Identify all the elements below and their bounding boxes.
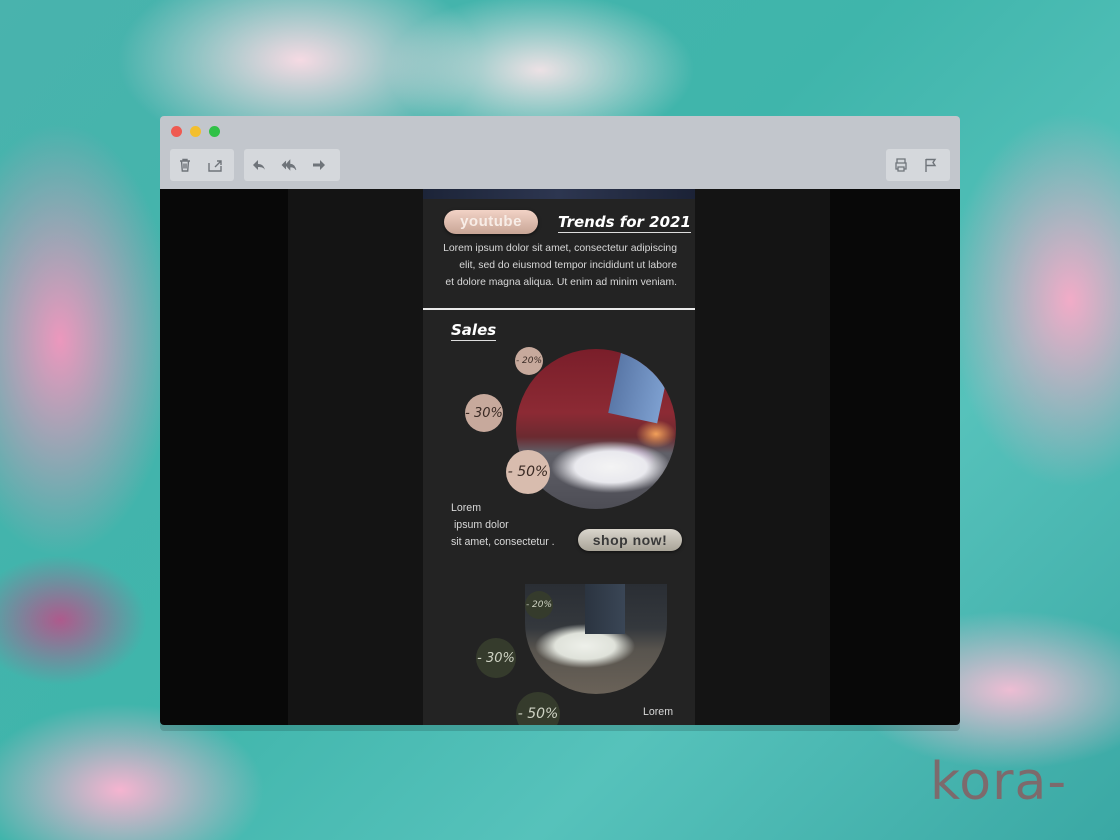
forward-icon bbox=[313, 160, 325, 170]
print-button[interactable] bbox=[886, 149, 916, 181]
reply-button[interactable] bbox=[244, 149, 274, 181]
message-viewer[interactable]: youtube Trends for 2021 Lorem ipsum dolo… bbox=[160, 189, 960, 725]
maximize-window-button[interactable] bbox=[209, 126, 220, 137]
reply-icon bbox=[253, 160, 265, 170]
intro-line: elit, sed do eiusmod tempor incididunt u… bbox=[459, 260, 677, 271]
discount-badge-30: - 30% bbox=[476, 638, 516, 678]
flag-icon bbox=[925, 158, 937, 172]
print-icon bbox=[895, 158, 907, 172]
discount-badge-30: - 30% bbox=[465, 394, 503, 432]
product-2-description: Lorem bbox=[643, 706, 674, 718]
forward-button[interactable] bbox=[304, 149, 334, 181]
toolbar-group-misc bbox=[886, 149, 950, 181]
discount-badge-20: - 20% bbox=[515, 347, 543, 375]
discount-badge-20: - 20% bbox=[525, 591, 553, 619]
window-toolbar bbox=[160, 116, 960, 189]
jeans-leg bbox=[608, 349, 674, 424]
toolbar-group-manage bbox=[170, 149, 234, 181]
newsletter-email: youtube Trends for 2021 Lorem ipsum dolo… bbox=[423, 189, 695, 725]
sales-heading: Sales bbox=[451, 321, 497, 341]
youtube-button[interactable]: youtube bbox=[444, 210, 538, 234]
brand-logo: kora- bbox=[930, 752, 1068, 812]
delete-button[interactable] bbox=[170, 149, 200, 181]
window-controls bbox=[171, 126, 220, 137]
jeans-leg bbox=[585, 584, 625, 634]
toolbar-group-respond bbox=[244, 149, 340, 181]
close-window-button[interactable] bbox=[171, 126, 182, 137]
discount-badge-50: - 50% bbox=[506, 450, 550, 494]
mail-window: youtube Trends for 2021 Lorem ipsum dolo… bbox=[160, 116, 960, 725]
move-button[interactable] bbox=[200, 149, 230, 181]
trash-icon bbox=[180, 158, 190, 172]
intro-paragraph: Lorem ipsum dolor sit amet, consectetur … bbox=[439, 240, 677, 291]
intro-line: Lorem ipsum dolor sit amet, consectetur … bbox=[443, 243, 677, 254]
flag-button[interactable] bbox=[916, 149, 946, 181]
shop-now-button[interactable]: shop now! bbox=[578, 529, 682, 551]
hero-image-bottom bbox=[423, 189, 695, 199]
minimize-window-button[interactable] bbox=[190, 126, 201, 137]
product-1-description: Lorem ipsum dolor sit amet, consectetur … bbox=[451, 502, 555, 548]
intro-line: et dolore magna aliqua. Ut enim ad minim… bbox=[445, 277, 677, 288]
share-icon bbox=[208, 160, 222, 172]
trends-heading: Trends for 2021 bbox=[558, 213, 691, 233]
discount-badge-50: - 50% bbox=[516, 692, 560, 725]
reply-all-button[interactable] bbox=[274, 149, 304, 181]
section-divider bbox=[423, 308, 695, 310]
reply-all-icon bbox=[281, 159, 297, 171]
